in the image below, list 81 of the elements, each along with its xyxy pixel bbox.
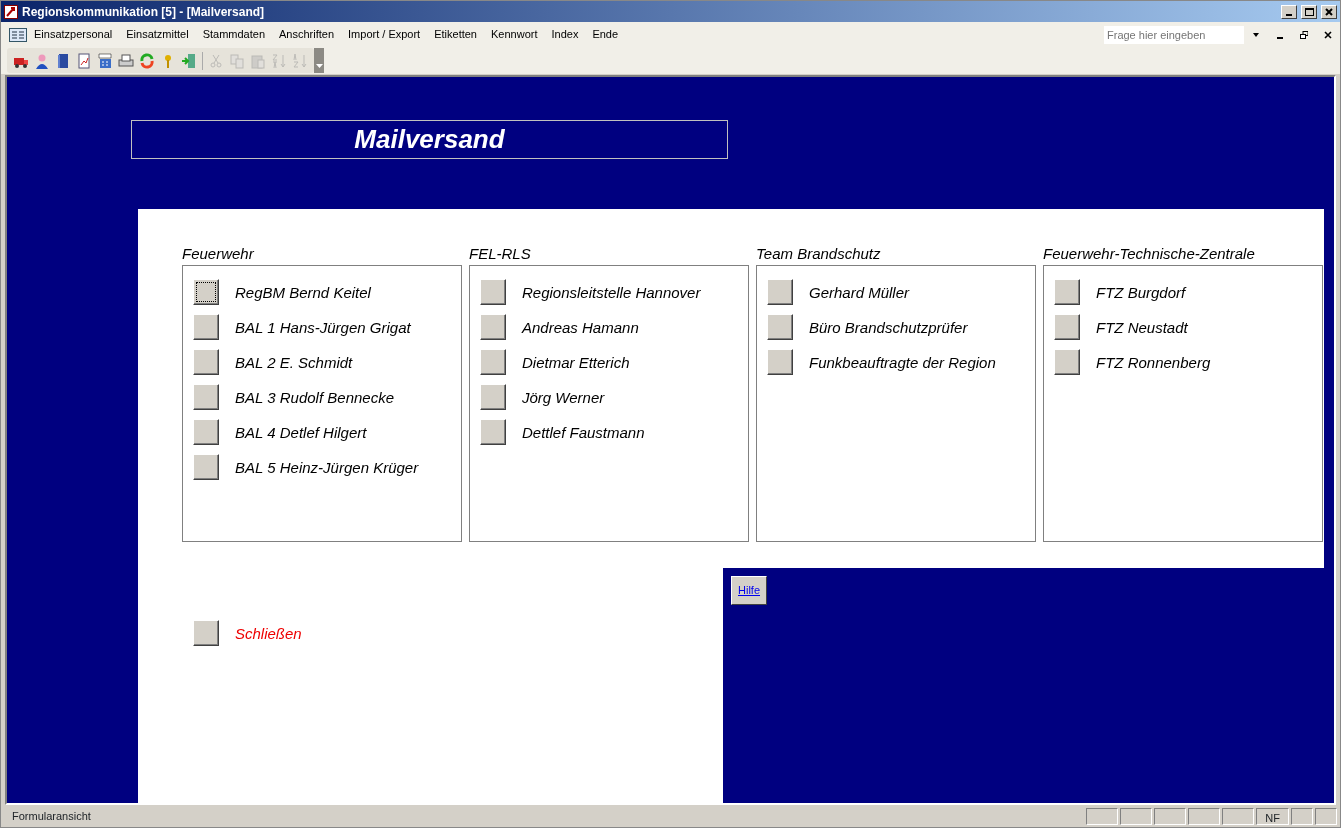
maximize-icon [1304, 7, 1314, 16]
status-panel [1120, 807, 1153, 825]
restore-icon[interactable] [1300, 30, 1308, 39]
status-panel [1222, 807, 1255, 825]
status-panel [1291, 807, 1313, 825]
recipient-label: Regionsleitstelle Hannover [522, 283, 701, 302]
toolbar-overflow-button[interactable] [314, 48, 324, 73]
recipient-label: FTZ Ronnenberg [1096, 353, 1211, 372]
calculator-icon[interactable] [97, 52, 113, 69]
menu-item[interactable]: Einsatzmittel [119, 24, 196, 45]
recipient-label: Jörg Werner [522, 388, 605, 407]
mail-button[interactable] [480, 384, 506, 410]
recipient-label: Dettlef Faustmann [522, 423, 645, 442]
minimize-button[interactable] [1281, 4, 1297, 19]
status-panel [1154, 807, 1187, 825]
mail-button[interactable] [480, 349, 506, 375]
form-title: Mailversand [131, 120, 728, 159]
printer-icon[interactable] [118, 52, 134, 69]
mail-button[interactable] [1054, 349, 1080, 375]
dropdown-caret-icon[interactable] [1252, 30, 1260, 39]
menu-item[interactable]: Ende [585, 24, 626, 45]
document-chart-icon[interactable] [76, 52, 92, 69]
mail-button[interactable] [193, 419, 219, 445]
app-icon [4, 4, 18, 19]
help-button[interactable]: Hilfe [731, 576, 767, 605]
recipient-label: RegBM Bernd Keitel [235, 283, 371, 302]
recipient-label: FTZ Burgdorf [1096, 283, 1186, 302]
status-panel [1086, 807, 1119, 825]
menu-item[interactable]: Import / Export [341, 24, 428, 45]
mail-button[interactable] [1054, 314, 1080, 340]
close-icon [1325, 7, 1333, 16]
menu-item[interactable]: Stammdaten [195, 24, 272, 45]
mail-button[interactable] [193, 384, 219, 410]
group-title: Feuerwehr-Technische-Zentrale [1043, 244, 1256, 264]
mail-button[interactable] [193, 314, 219, 340]
recipient-label: Büro Brandschutzprüfer [809, 318, 968, 337]
mail-button[interactable] [1054, 279, 1080, 305]
recipient-label: FTZ Neustadt [1096, 318, 1188, 337]
close-label: Schließen [235, 624, 302, 644]
mail-button[interactable] [767, 279, 793, 305]
group-title: FEL-RLS [469, 244, 532, 264]
recipient-label: Andreas Hamann [522, 318, 639, 337]
mail-button[interactable] [480, 314, 506, 340]
group-title: Feuerwehr [182, 244, 255, 264]
minimize-icon [1286, 13, 1292, 16]
close-icon[interactable] [1324, 30, 1332, 39]
close-form-button[interactable] [193, 620, 219, 646]
mail-button[interactable] [480, 419, 506, 445]
close-button[interactable] [1321, 4, 1337, 19]
menu-item[interactable]: Etiketten [427, 24, 484, 45]
recipient-label: BAL 1 Hans-Jürgen Grigat [235, 318, 411, 337]
mail-button[interactable] [193, 279, 219, 305]
menu-item[interactable]: Kennwort [484, 24, 545, 45]
recipient-label: BAL 2 E. Schmidt [235, 353, 353, 372]
recipient-label: Funkbeauftragte der Region [809, 353, 996, 372]
status-panel [1188, 807, 1221, 825]
book-icon[interactable] [55, 52, 71, 69]
mail-button[interactable] [193, 349, 219, 375]
recipient-label: Gerhard Müller [809, 283, 910, 302]
status-panel [1315, 807, 1337, 825]
maximize-button[interactable] [1301, 4, 1317, 19]
caret-icon [315, 64, 323, 69]
menu-item[interactable]: Index [544, 24, 586, 45]
mail-button[interactable] [193, 454, 219, 480]
recipient-label: Dietmar Etterich [522, 353, 630, 372]
recipient-label: BAL 4 Detlef Hilgert [235, 423, 367, 442]
form-menu-icon[interactable] [9, 27, 27, 42]
menu-item[interactable]: Einsatzpersonal [27, 24, 120, 45]
group-title: Team Brandschutz [756, 244, 882, 264]
recipient-label: BAL 3 Rudolf Bennecke [235, 388, 394, 407]
mail-button[interactable] [767, 314, 793, 340]
mail-button[interactable] [480, 279, 506, 305]
menu-item[interactable]: Anschriften [272, 24, 342, 45]
mail-button[interactable] [767, 349, 793, 375]
person-icon[interactable] [34, 52, 50, 69]
recipient-label: BAL 5 Heinz-Jürgen Krüger [235, 458, 419, 477]
help-search-field[interactable]: Frage hier eingeben [1104, 25, 1244, 44]
status-text: Formularansicht [11, 808, 92, 824]
status-indicator: NF [1256, 807, 1289, 825]
window-title: Regionskommunikation [5] - [Mailversand] [22, 3, 266, 21]
refresh-icon[interactable] [139, 52, 155, 69]
